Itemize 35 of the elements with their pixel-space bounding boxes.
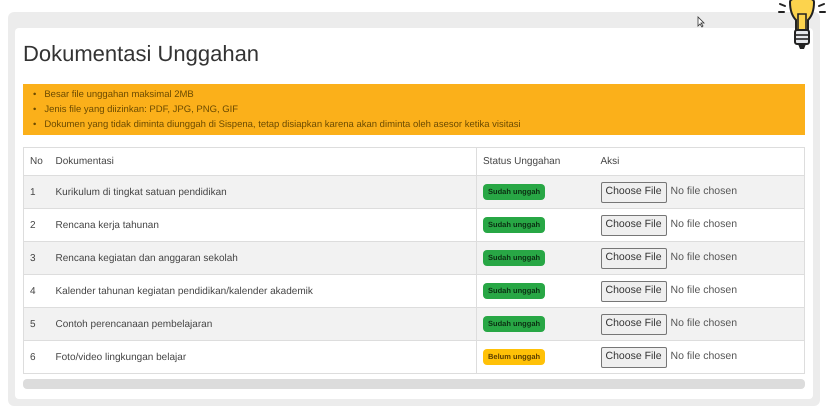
bullet-icon: • <box>33 87 36 102</box>
file-name-text: No file chosen <box>670 349 738 364</box>
choose-file-button[interactable]: Choose File <box>600 214 667 236</box>
note-text: Besar file unggahan maksimal 2MB <box>44 88 194 102</box>
table-cell: Foto/video lingkungan belajar <box>50 340 476 374</box>
file-name-text: No file chosen <box>670 283 738 298</box>
column-header: No <box>24 148 50 176</box>
column-header: Aksi <box>594 148 804 176</box>
file-name-text: No file chosen <box>670 184 738 200</box>
table-cell: 1 <box>24 176 50 208</box>
scrollbar[interactable] <box>23 379 805 389</box>
choose-file-button[interactable]: Choose File <box>600 280 667 302</box>
note-text: Jenis file yang diizinkan: PDF, JPG, PNG, GIF <box>44 103 238 117</box>
file-name-text: No file chosen <box>670 217 738 232</box>
table-cell: Rencana kerja tahunan <box>50 208 476 242</box>
table-cell: Kurikulum di tingkat satuan pendidikan <box>50 176 476 208</box>
note-text: Dokumen yang tidak diminta diunggah di Sispena, tetap disiapkan karena akan diminta oleh asesor ketika visitasi <box>44 118 521 132</box>
choose-file-button[interactable]: Choose File <box>600 182 667 202</box>
table-cell: 6 <box>24 340 50 374</box>
choose-file-button[interactable]: Choose File <box>600 346 667 368</box>
choose-file-button[interactable]: Choose File <box>600 314 667 334</box>
file-name-text: No file chosen <box>670 250 738 266</box>
table-cell: Rencana kegiatan dan anggaran sekolah <box>50 242 476 274</box>
bullet-icon: • <box>33 102 36 117</box>
table-cell: Kalender tahunan kegiatan pendidikan/kalender akademik <box>50 274 476 308</box>
table-cell: 3 <box>24 242 50 274</box>
file-name-text: No file chosen <box>670 316 738 332</box>
table-cell: 2 <box>24 208 50 242</box>
table-cell: 5 <box>24 308 50 340</box>
table-cell: 4 <box>24 274 50 308</box>
page-title: Dokumentasi Unggahan <box>23 40 260 68</box>
table-cell: Contoh perencanaan pembelajaran <box>50 308 476 340</box>
choose-file-button[interactable]: Choose File <box>600 248 667 268</box>
column-header: Dokumentasi <box>50 148 476 176</box>
bullet-icon: • <box>33 117 36 132</box>
